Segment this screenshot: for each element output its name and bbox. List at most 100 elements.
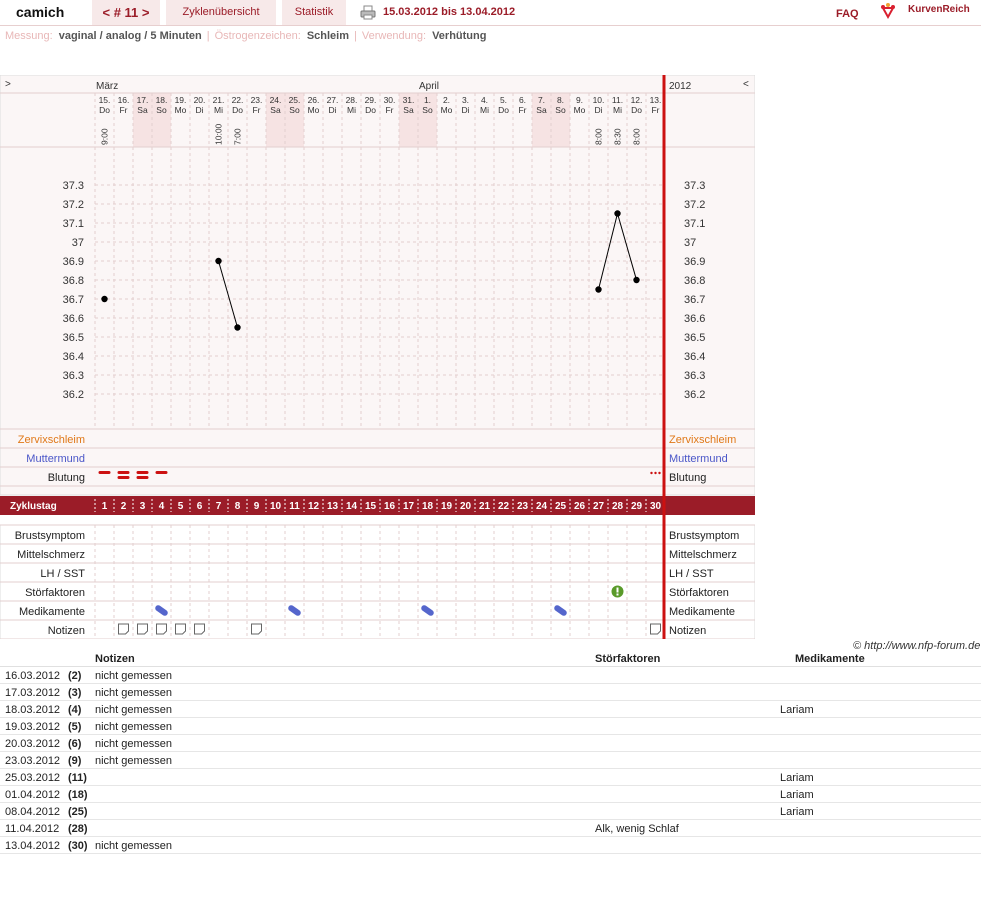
row-date: 13.04.2012	[5, 840, 61, 852]
weekday: Do	[232, 105, 243, 115]
day-number: 3.	[462, 95, 469, 105]
row-date: 08.04.2012	[5, 806, 61, 818]
measure-time: 8:30	[613, 128, 623, 145]
cycle-day-number: 10	[270, 501, 282, 512]
weekday: Mo	[175, 105, 187, 115]
cycle-day-number: 27	[593, 501, 605, 512]
table-row: 16.03.2012 (2) nicht gemessen	[0, 667, 981, 684]
disturbance-icon-dot	[616, 593, 619, 596]
row-date: 16.03.2012	[5, 670, 61, 682]
row-label-midpain: Mittelschmerz	[17, 549, 85, 561]
day-number: 31.	[403, 95, 415, 105]
row-date: 01.04.2012	[5, 789, 61, 801]
day-number: 28.	[346, 95, 358, 105]
row-date: 20.03.2012	[5, 738, 61, 750]
row-cycle-day: (30)	[68, 840, 88, 852]
row-date: 19.03.2012	[5, 721, 61, 733]
row-date: 25.03.2012	[5, 772, 61, 784]
row-cycle-day: (5)	[68, 721, 82, 733]
cycle-day-number: 20	[460, 501, 472, 512]
y-tick-label: 36.7	[63, 294, 84, 306]
month-label: März	[96, 81, 118, 92]
weekday: Fr	[385, 105, 393, 115]
row-label-os: Muttermund	[26, 453, 85, 465]
cycle-day-number: 28	[612, 501, 624, 512]
table-row: 08.04.2012 (25) Lariam	[0, 803, 981, 820]
day-number: 12.	[631, 95, 643, 105]
cycle-day-number: 30	[650, 501, 662, 512]
table-row: 13.04.2012 (30) nicht gemessen	[0, 837, 981, 854]
row-label-right-bleeding: Blutung	[669, 472, 706, 484]
month-label: April	[419, 81, 439, 92]
day-number: 26.	[308, 95, 320, 105]
cycle-navigator[interactable]: < # 11 >	[92, 0, 160, 25]
note-icon	[251, 623, 262, 635]
row-note: nicht gemessen	[95, 755, 173, 767]
cycle-day-number: 3	[140, 501, 146, 512]
day-number: 18.	[156, 95, 168, 105]
y-tick-label: 37.3	[63, 180, 84, 192]
row-label-breast: Brustsymptom	[15, 530, 85, 542]
cycle-day-number: 21	[479, 501, 491, 512]
weekday: So	[289, 105, 300, 115]
notes-table-header: Notizen Störfaktoren Medikamente	[0, 652, 981, 667]
col-notes: Notizen	[95, 653, 135, 665]
cycle-day-number: 1	[102, 501, 108, 512]
measure-time: 8:00	[594, 128, 604, 145]
weekday: Mo	[574, 105, 586, 115]
bleeding-mark	[155, 471, 168, 474]
cycle-day-number: 9	[254, 501, 260, 512]
row-note: nicht gemessen	[95, 670, 173, 682]
cycle-day-number: 25	[555, 501, 567, 512]
measure-label: Messung:	[5, 30, 53, 42]
weekday: Fr	[119, 105, 127, 115]
row-label-disturb: Störfaktoren	[25, 587, 85, 599]
tab-cycle-overview[interactable]: Zyklenübersicht	[166, 0, 276, 25]
row-cycle-day: (18)	[68, 789, 88, 801]
weekday: Sa	[536, 105, 547, 115]
estrogen-value: Schleim	[306, 30, 349, 42]
bleeding-mark	[117, 476, 130, 479]
day-number: 7.	[538, 95, 545, 105]
bleeding-mark	[136, 471, 149, 474]
y-tick-label: 36.4	[63, 351, 84, 363]
usage-value: Verhütung	[432, 30, 487, 42]
weekday: Mi	[613, 105, 622, 115]
username: camich	[0, 0, 86, 25]
tab-statistics[interactable]: Statistik	[282, 0, 346, 25]
y-tick-label-right: 37	[684, 237, 696, 249]
cycle-day-number: 19	[441, 501, 453, 512]
row-label-right-midpain: Mittelschmerz	[669, 549, 737, 561]
chart-background	[0, 75, 755, 496]
cycle-day-number: 13	[327, 501, 339, 512]
row-medication: Lariam	[780, 772, 814, 784]
measure-time: 10:00	[214, 123, 224, 145]
row-label-bleeding: Blutung	[48, 472, 85, 484]
weekday: Do	[631, 105, 642, 115]
day-number: 29.	[365, 95, 377, 105]
y-tick-label-right: 36.6	[684, 313, 705, 325]
y-tick-label-right: 36.3	[684, 370, 705, 382]
logo-text: KurvenReich	[908, 4, 970, 15]
y-tick-label-right: 37.2	[684, 199, 705, 211]
faq-link[interactable]: FAQ	[836, 8, 859, 20]
row-medication: Lariam	[780, 806, 814, 818]
row-cycle-day: (4)	[68, 704, 82, 716]
printer-icon[interactable]	[360, 5, 376, 20]
day-number: 11.	[612, 95, 623, 105]
row-label-lh: LH / SST	[40, 568, 85, 580]
weekday: Do	[365, 105, 376, 115]
day-number: 24.	[270, 95, 282, 105]
temperature-point	[595, 286, 602, 293]
bleeding-mark	[98, 471, 111, 474]
row-label-meds: Medikamente	[19, 606, 85, 618]
row-label-right-disturb: Störfaktoren	[669, 587, 729, 599]
temperature-point	[101, 295, 108, 303]
cycle-day-number: 22	[498, 501, 510, 512]
weekday: So	[555, 105, 566, 115]
y-tick-label: 36.3	[63, 370, 84, 382]
day-number: 20.	[194, 95, 206, 105]
estrogen-label: Östrogenzeichen:	[214, 30, 301, 42]
row-date: 18.03.2012	[5, 704, 61, 716]
copyright[interactable]: © http://www.nfp-forum.de	[853, 640, 980, 652]
